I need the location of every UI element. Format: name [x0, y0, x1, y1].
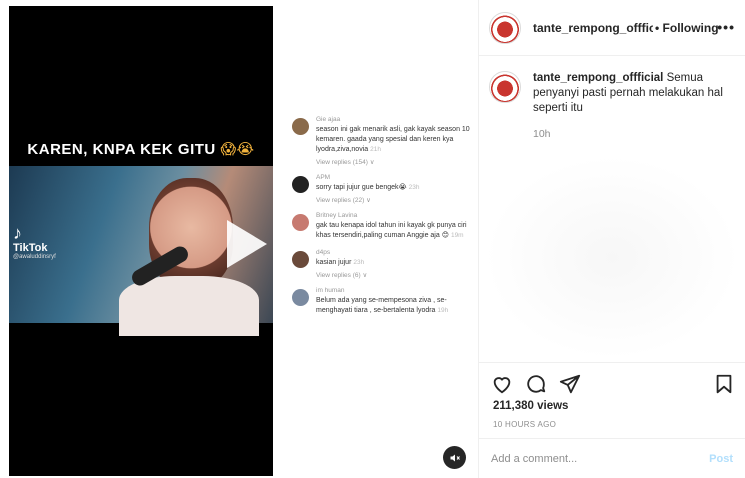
author-avatar[interactable]	[489, 11, 521, 44]
play-icon[interactable]	[227, 220, 267, 268]
posted-time: 10 HOURS AGO	[493, 420, 557, 429]
media-area: KAREN, KNPA KEK GITU 😱😭 ♪ TikTok @awalud…	[0, 0, 479, 478]
tiktok-logo-icon: ♪	[13, 223, 22, 243]
tiktok-watermark-user: @awaluddinsryf	[13, 254, 56, 260]
caption-author-avatar[interactable]	[489, 71, 521, 103]
comment-replies: View replies (22) ∨	[316, 197, 371, 204]
comment-text: gak tau kenapa idol tahun ini kayak gk p…	[316, 222, 467, 239]
caption-time: 10h	[533, 128, 551, 140]
comment-text: kasian jujur 23h	[316, 259, 365, 266]
video-comment: Britney Lavina gak tau kenapa idol tahun…	[292, 212, 472, 241]
speaker-muted-icon	[450, 454, 460, 461]
post-caption: tante_rempong_offficial Semua penyanyi p…	[489, 71, 739, 140]
comment-text: Belum ada yang se-mempesona ziva , se-me…	[316, 297, 449, 314]
following-status[interactable]: • Following	[655, 21, 719, 35]
comment-avatar	[292, 214, 309, 231]
video-comment: APM sorry tapi jujur gue bengek😭 23h Vie…	[292, 174, 472, 204]
overlay-emoji: 😱😭	[220, 141, 255, 158]
views-count[interactable]: 211,380 views	[493, 400, 568, 412]
more-options-icon[interactable]: •••	[717, 19, 735, 35]
overlay-caption-text: KAREN, KNPA KEK GITU	[27, 141, 216, 158]
comment-avatar	[292, 251, 309, 268]
mute-button[interactable]	[443, 446, 466, 469]
video-player[interactable]: KAREN, KNPA KEK GITU 😱😭 ♪ TikTok @awalud…	[9, 6, 273, 476]
video-comment: d4ps kasian jujur 23h View replies (6) ∨	[292, 249, 472, 279]
tiktok-watermark-name: TikTok	[13, 242, 48, 254]
comment-text: sorry tapi jujur gue bengek😭 23h	[316, 184, 420, 191]
post-comment-button[interactable]: Post	[709, 453, 733, 465]
comment-user: APM	[316, 174, 331, 181]
comment-avatar	[292, 118, 309, 135]
comments-area	[484, 155, 740, 360]
comment-icon[interactable]	[525, 373, 547, 395]
comment-user: Gie ajaa	[316, 116, 341, 123]
post-actions: 211,380 views 10 HOURS AGO	[479, 362, 745, 438]
caption-username[interactable]: tante_rempong_offficial	[533, 72, 663, 84]
bookmark-icon[interactable]	[713, 373, 735, 395]
comment-user: Britney Lavina	[316, 212, 358, 219]
video-comment: im human Belum ada yang se-mempesona ziv…	[292, 287, 472, 316]
tiktok-watermark: ♪ TikTok @awaluddinsryf	[13, 224, 56, 260]
post-header: tante_rempong_offficial • Following •••	[479, 0, 745, 56]
comment-user: im human	[316, 287, 345, 294]
post-side-panel: tante_rempong_offficial • Following ••• …	[479, 0, 745, 478]
comment-user: d4ps	[316, 249, 331, 256]
heart-icon[interactable]	[491, 373, 513, 395]
author-username[interactable]: tante_rempong_offficial	[533, 21, 653, 35]
comment-replies: View replies (6) ∨	[316, 272, 368, 279]
video-comment: Gie ajaa season ini gak menarik asli, ga…	[292, 116, 472, 166]
paper-plane-icon[interactable]	[559, 373, 581, 395]
comment-text: season ini gak menarik asli, gak kayak s…	[316, 126, 470, 153]
comment-bar: Post	[479, 438, 745, 478]
comment-input[interactable]	[491, 452, 710, 465]
comment-avatar	[292, 289, 309, 306]
video-overlay-caption: KAREN, KNPA KEK GITU 😱😭	[9, 140, 273, 158]
video-comments-overlay: Gie ajaa season ini gak menarik asli, ga…	[292, 116, 472, 324]
comment-replies: View replies (154) ∨	[316, 159, 375, 166]
instagram-post-view: KAREN, KNPA KEK GITU 😱😭 ♪ TikTok @awalud…	[0, 0, 745, 478]
action-buttons	[491, 373, 581, 395]
caption-body: tante_rempong_offficial Semua penyanyi p…	[533, 71, 739, 116]
comment-avatar	[292, 176, 309, 193]
